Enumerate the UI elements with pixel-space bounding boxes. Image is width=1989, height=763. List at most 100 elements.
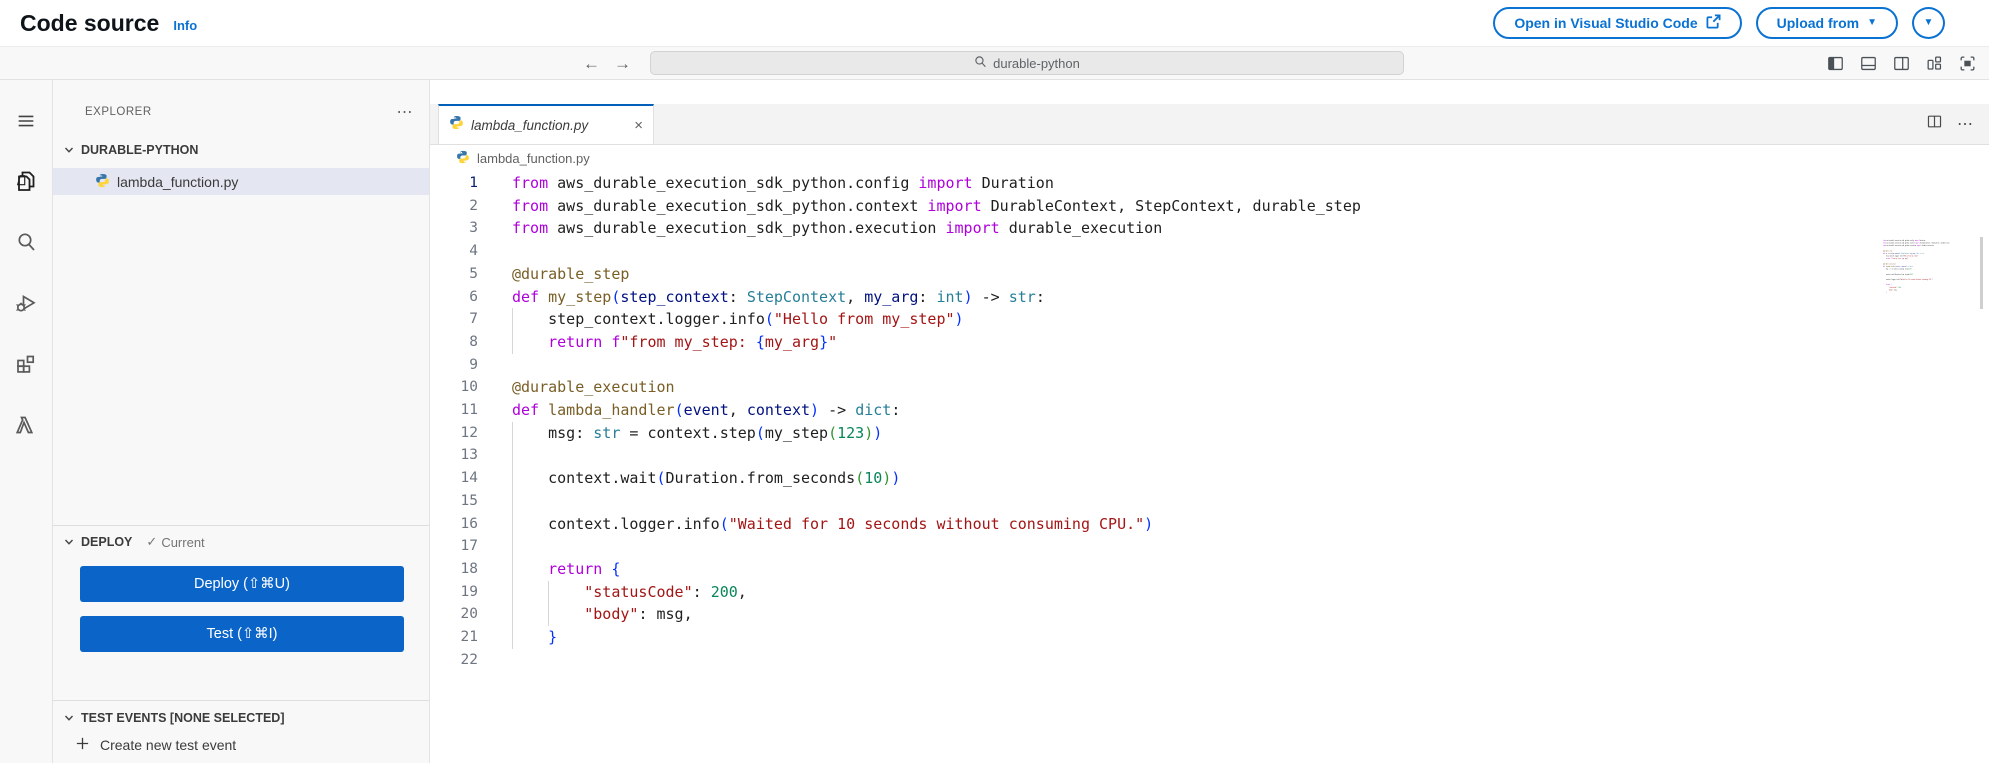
indent-guide	[512, 489, 513, 513]
code-line[interactable]: from aws_durable_execution_sdk_python.co…	[512, 172, 1989, 195]
code-token: str	[1008, 287, 1036, 306]
breadcrumb[interactable]: lambda_function.py	[430, 145, 1989, 171]
close-tab-icon[interactable]: ×	[634, 118, 643, 133]
test-events-section-header[interactable]: TEST EVENTS [NONE SELECTED]	[63, 706, 419, 730]
code-token: Duration	[972, 174, 1054, 192]
extensions-icon[interactable]	[14, 352, 38, 381]
test-button[interactable]: Test (⇧⌘I)	[80, 616, 404, 652]
code-line[interactable]: context.logger.info("Waited for 10 secon…	[512, 512, 1989, 536]
indent-guide	[512, 535, 513, 558]
split-editor-icon[interactable]	[1926, 113, 1943, 135]
code-token: event	[683, 401, 729, 420]
code-line[interactable]: @durable_step	[512, 263, 1989, 286]
code-token: ->	[972, 287, 1009, 306]
explorer-title: EXPLORER	[85, 106, 152, 118]
line-number: 10	[460, 379, 478, 396]
deploy-button[interactable]: Deploy (⇧⌘U)	[80, 566, 404, 602]
search-icon[interactable]	[14, 230, 38, 259]
code-editor[interactable]: 1 2 3 4 5 6 7 8 9 10 11 12 13 14 15 16 17 18 19 20 21 22 from…	[430, 171, 1989, 763]
files-icon[interactable]	[14, 169, 38, 198]
code-token: return	[548, 332, 603, 351]
line-number: 8	[469, 333, 478, 350]
upload-from-button[interactable]: Upload from ▼	[1755, 7, 1898, 39]
more-actions-button[interactable]: ▼	[1912, 7, 1945, 39]
plus-icon	[75, 736, 90, 754]
code-token: ,	[846, 287, 865, 306]
line-number: 18	[460, 560, 478, 577]
code-token: context.wait	[512, 469, 657, 488]
code-token: (	[828, 423, 838, 442]
layout-sidebar-right-icon[interactable]	[1892, 54, 1911, 73]
code-line[interactable]	[512, 444, 1989, 468]
code-token: my_step	[548, 287, 612, 306]
code-line[interactable]	[512, 649, 1989, 672]
back-arrow-icon[interactable]: ←	[583, 55, 600, 72]
editor-scrollbar[interactable]	[1980, 237, 1983, 309]
code-token: 123	[837, 423, 865, 442]
layout-panel-icon[interactable]	[1859, 54, 1878, 73]
line-number: 1	[469, 175, 478, 191]
layout-controls	[1826, 54, 1989, 73]
open-in-vscode-button[interactable]: Open in Visual Studio Code	[1493, 7, 1742, 39]
create-test-event[interactable]: Create new test event	[75, 732, 236, 758]
code-line[interactable]: return {	[512, 557, 1989, 581]
customize-layout-icon[interactable]	[1925, 54, 1944, 73]
explorer-more-actions-icon[interactable]: ⋯	[397, 102, 414, 122]
code-token: msg:	[512, 423, 594, 442]
code-content[interactable]: from aws_durable_execution_sdk_python.co…	[512, 171, 1989, 671]
code-line[interactable]: def lambda_handler(event, context) -> di…	[512, 399, 1989, 422]
deploy-section-header[interactable]: DEPLOY ✓ Current	[63, 530, 419, 554]
indent-guide	[548, 580, 550, 604]
folder-durable-python[interactable]: DURABLE-PYTHON	[53, 138, 429, 162]
create-test-event-label: Create new test event	[100, 737, 237, 753]
file-lambda-function[interactable]: lambda_function.py	[53, 168, 429, 195]
code-token: )	[891, 469, 901, 488]
editor-more-actions-icon[interactable]: ⋯	[1957, 114, 1973, 134]
aws-lambda-icon[interactable]	[14, 413, 38, 442]
forward-arrow-icon[interactable]: →	[614, 55, 631, 72]
code-line[interactable]: from aws_durable_execution_sdk_python.ex…	[512, 217, 1989, 240]
info-link[interactable]: Info	[173, 18, 197, 33]
command-center-search[interactable]: durable-python	[650, 51, 1404, 75]
menu-icon[interactable]	[15, 110, 37, 137]
code-line[interactable]: "body": msg,	[512, 603, 1989, 627]
code-line[interactable]	[512, 354, 1989, 377]
code-token: }	[548, 628, 558, 647]
code-line[interactable]	[512, 535, 1989, 558]
deploy-status-label: Current	[161, 534, 205, 550]
code-line[interactable]: from aws_durable_execution_sdk_python.co…	[512, 195, 1989, 218]
activity-bar	[0, 80, 53, 763]
code-line[interactable]: return f"from my_step: {my_arg}"	[512, 330, 1989, 354]
code-line[interactable]: }	[512, 626, 1989, 649]
code-token: : msg,	[638, 605, 693, 624]
editor-actions: ⋯	[1926, 104, 1989, 144]
layout-sidebar-left-icon[interactable]	[1826, 54, 1845, 73]
code-line[interactable]: def my_step(step_context: StepContext, m…	[512, 286, 1989, 309]
code-token: durable_execution	[999, 219, 1163, 238]
code-token: "statusCode"	[584, 582, 693, 601]
code-line[interactable]: @durable_execution	[512, 376, 1989, 399]
tab-lambda-function[interactable]: lambda_function.py ×	[438, 104, 654, 144]
lambda-code-source-page: Code source Info Open in Visual Studio C…	[0, 0, 1989, 763]
code-token: ,	[728, 401, 747, 420]
indent-guide	[512, 603, 513, 627]
code-line[interactable]: msg: str = context.step(my_step(123))	[512, 421, 1989, 445]
code-line[interactable]	[512, 489, 1989, 513]
code-token: lambda_handler	[548, 401, 675, 420]
fullscreen-icon[interactable]	[1958, 54, 1977, 73]
code-line[interactable]: step_context.logger.info("Hello from my_…	[512, 308, 1989, 331]
code-token: ,	[737, 582, 747, 601]
code-token: my_step	[764, 423, 829, 442]
code-line[interactable]: "statusCode": 200,	[512, 580, 1989, 604]
code-line[interactable]	[512, 240, 1989, 263]
code-line[interactable]: context.wait(Duration.from_seconds(10))	[512, 467, 1989, 490]
python-file-icon	[95, 173, 110, 191]
run-debug-icon[interactable]	[14, 291, 38, 320]
line-number: 4	[469, 243, 478, 260]
indent-guide	[512, 421, 513, 445]
minimap[interactable]: from aws_durable_execution_sdk_python.co…	[1883, 239, 1963, 305]
indent-guide	[512, 557, 513, 581]
code-token: DurableContext, StepContext, durable_ste…	[981, 196, 1361, 215]
